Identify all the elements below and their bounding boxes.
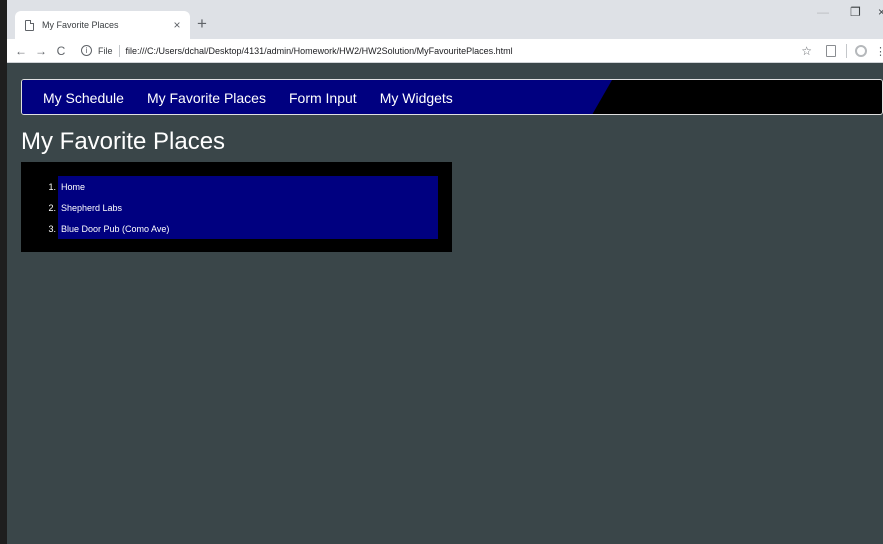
list-number: 1.: [48, 182, 56, 192]
places-list: 1. Home 2. Shepherd Labs 3. Blue Door Pu…: [48, 176, 438, 239]
nav-link-my-favorite-places[interactable]: My Favorite Places: [147, 90, 266, 106]
window-edge: [0, 0, 7, 544]
places-container: 1. Home 2. Shepherd Labs 3. Blue Door Pu…: [21, 162, 452, 252]
browser-tab[interactable]: My Favorite Places ×: [15, 11, 190, 39]
document-icon: [25, 19, 34, 31]
profile-icon[interactable]: [855, 45, 867, 57]
nav-link-my-schedule[interactable]: My Schedule: [43, 90, 124, 106]
list-number: 3.: [48, 224, 56, 234]
list-number: 2.: [48, 203, 56, 213]
address-bar[interactable]: file:///C:/Users/dchal/Desktop/4131/admi…: [126, 46, 513, 56]
reload-icon[interactable]: C: [51, 44, 71, 58]
place-name[interactable]: Shepherd Labs: [61, 199, 122, 217]
restore-icon[interactable]: ❐: [850, 3, 861, 21]
browser-toolbar: ← → C i File file:///C:/Users/dchal/Desk…: [7, 39, 883, 63]
minimize-icon[interactable]: —: [817, 3, 829, 21]
site-navbar: My Schedule My Favorite Places Form Inpu…: [21, 79, 883, 115]
menu-icon[interactable]: ⋮: [875, 45, 883, 58]
page-title: My Favorite Places: [21, 128, 226, 155]
url-divider: [118, 44, 120, 57]
nav-link-my-widgets[interactable]: My Widgets: [380, 90, 453, 106]
new-tab-button[interactable]: +: [197, 14, 207, 34]
window-close-icon[interactable]: ×: [878, 3, 883, 21]
extension-icon[interactable]: [826, 45, 836, 57]
close-tab-icon[interactable]: ×: [168, 18, 186, 32]
tab-strip: My Favorite Places × + — ❐ ×: [7, 0, 883, 39]
toolbar-actions: ☆ ⋮: [801, 39, 883, 63]
forward-arrow-icon[interactable]: →: [31, 44, 51, 58]
nav-links: My Schedule My Favorite Places Form Inpu…: [43, 80, 476, 114]
info-icon[interactable]: i: [81, 45, 92, 56]
bookmark-star-icon[interactable]: ☆: [801, 44, 812, 58]
toolbar-divider: [846, 44, 847, 58]
tab-title: My Favorite Places: [42, 20, 119, 30]
back-arrow-icon[interactable]: ←: [11, 44, 31, 58]
nav-link-form-input[interactable]: Form Input: [289, 90, 357, 106]
url-scheme-label: File: [98, 45, 113, 56]
place-name[interactable]: Blue Door Pub (Como Ave): [61, 220, 169, 238]
place-name[interactable]: Home: [61, 178, 85, 196]
